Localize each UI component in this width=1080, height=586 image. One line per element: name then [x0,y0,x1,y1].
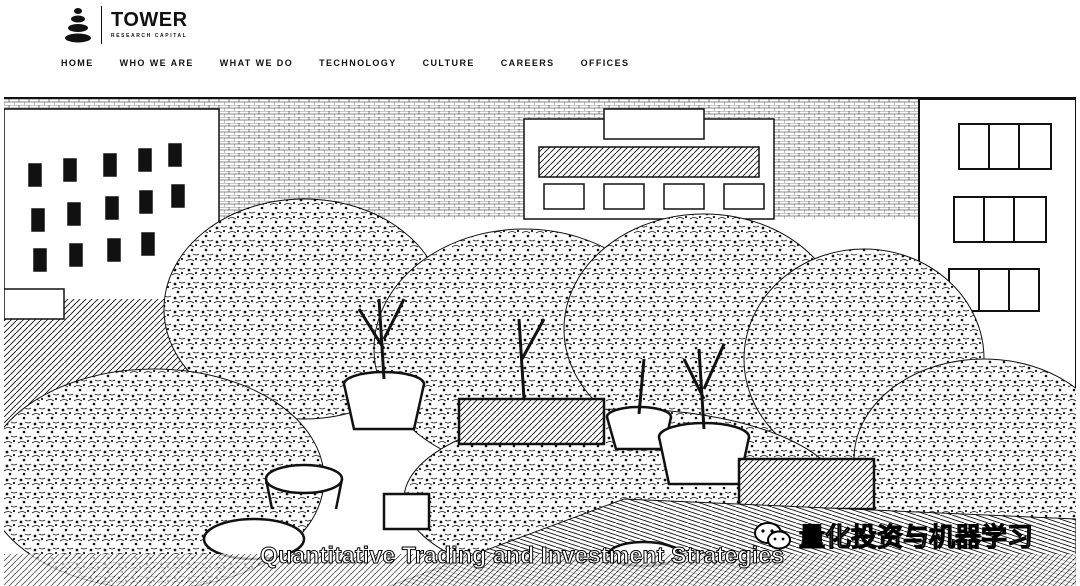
brand-name: TOWER [111,9,188,31]
hero-caption: Quantitative Trading and Investment Stra… [259,542,785,569]
wechat-icon [753,521,793,551]
nav-item-offices[interactable]: OFFICES [581,58,630,68]
site-header: TOWER RESEARCH CAPITAL HOME WHO WE ARE W… [0,0,1080,96]
watermark-text: 量化投资与机器学习 [798,523,1034,554]
nav-item-home[interactable]: HOME [61,58,94,68]
nav-item-culture[interactable]: CULTURE [423,58,475,68]
nav-item-what-we-do[interactable]: WHAT WE DO [220,58,293,68]
stacked-stones-icon [64,6,94,44]
logo-wordmark: TOWER RESEARCH CAPITAL [111,10,188,40]
nav-item-careers[interactable]: CAREERS [501,58,555,68]
page: TOWER RESEARCH CAPITAL HOME WHO WE ARE W… [0,0,1080,586]
nav-item-technology[interactable]: TECHNOLOGY [319,58,397,68]
brand-subtitle: RESEARCH CAPITAL [111,33,188,39]
hero-image [4,99,1076,586]
logo-divider [101,6,102,44]
watermark: 量化投资与机器学习 [753,517,1034,554]
brand-logo[interactable]: TOWER RESEARCH CAPITAL [64,5,188,45]
hero-banner: Quantitative Trading and Investment Stra… [4,97,1076,586]
main-nav: HOME WHO WE ARE WHAT WE DO TECHNOLOGY CU… [61,56,629,70]
nav-item-who-we-are[interactable]: WHO WE ARE [120,58,194,68]
